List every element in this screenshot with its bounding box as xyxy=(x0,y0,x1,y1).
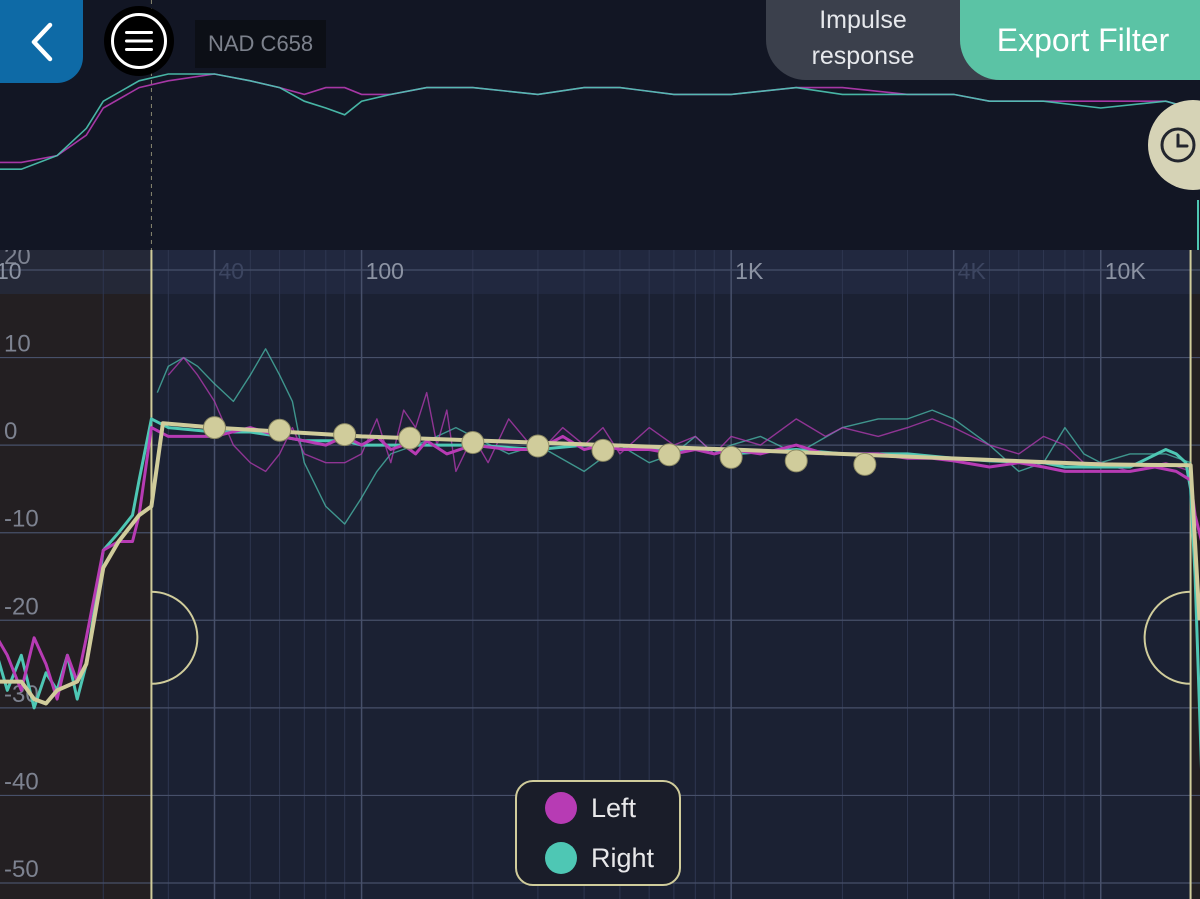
clock-icon xyxy=(1160,127,1196,163)
hamburger-menu-icon xyxy=(111,13,167,69)
impulse-label-line2: response xyxy=(811,42,915,70)
eq-control-point[interactable] xyxy=(333,423,357,447)
eq-control-point[interactable] xyxy=(398,426,422,450)
device-name-label: NAD C658 xyxy=(195,20,327,68)
chevron-left-icon xyxy=(31,22,52,61)
legend: Left Right xyxy=(515,780,681,886)
eq-control-point[interactable] xyxy=(461,431,485,455)
legend-label-right: Right xyxy=(591,842,655,873)
y-tick-label: -50 xyxy=(4,856,39,883)
eq-control-point[interactable] xyxy=(657,443,681,467)
y-tick-label: -40 xyxy=(4,768,39,795)
eq-control-point[interactable] xyxy=(203,416,227,440)
eq-control-point[interactable] xyxy=(268,418,292,442)
legend-item-right[interactable]: Right xyxy=(545,842,654,874)
frequency-header-band xyxy=(0,250,1200,294)
y-tick-label: 10 xyxy=(4,331,31,358)
eq-control-point[interactable] xyxy=(526,434,550,458)
eq-control-point[interactable] xyxy=(591,438,615,462)
export-filter-button[interactable]: Export Filter xyxy=(960,0,1200,80)
x-tick-label: 40 xyxy=(219,258,245,284)
x-tick-label: 10 xyxy=(0,258,22,284)
y-tick-label: -10 xyxy=(4,506,39,533)
y-tick-label: -20 xyxy=(4,593,39,620)
x-tick-label: 10K xyxy=(1105,258,1147,284)
eq-control-point[interactable] xyxy=(719,445,743,469)
legend-swatch-right xyxy=(545,842,577,874)
x-tick-label: 100 xyxy=(366,258,404,284)
menu-button[interactable] xyxy=(104,6,174,76)
back-button[interactable] xyxy=(0,0,83,83)
eq-control-point[interactable] xyxy=(784,449,808,473)
x-tick-label: 4K xyxy=(958,258,987,284)
x-tick-label: 1K xyxy=(735,258,764,284)
eq-control-point[interactable] xyxy=(853,452,877,476)
legend-label-left: Left xyxy=(591,792,637,823)
y-tick-label: 0 xyxy=(4,418,17,445)
legend-item-left[interactable]: Left xyxy=(545,792,636,824)
impulse-label-line1: Impulse xyxy=(819,6,907,34)
legend-swatch-left xyxy=(545,792,577,824)
